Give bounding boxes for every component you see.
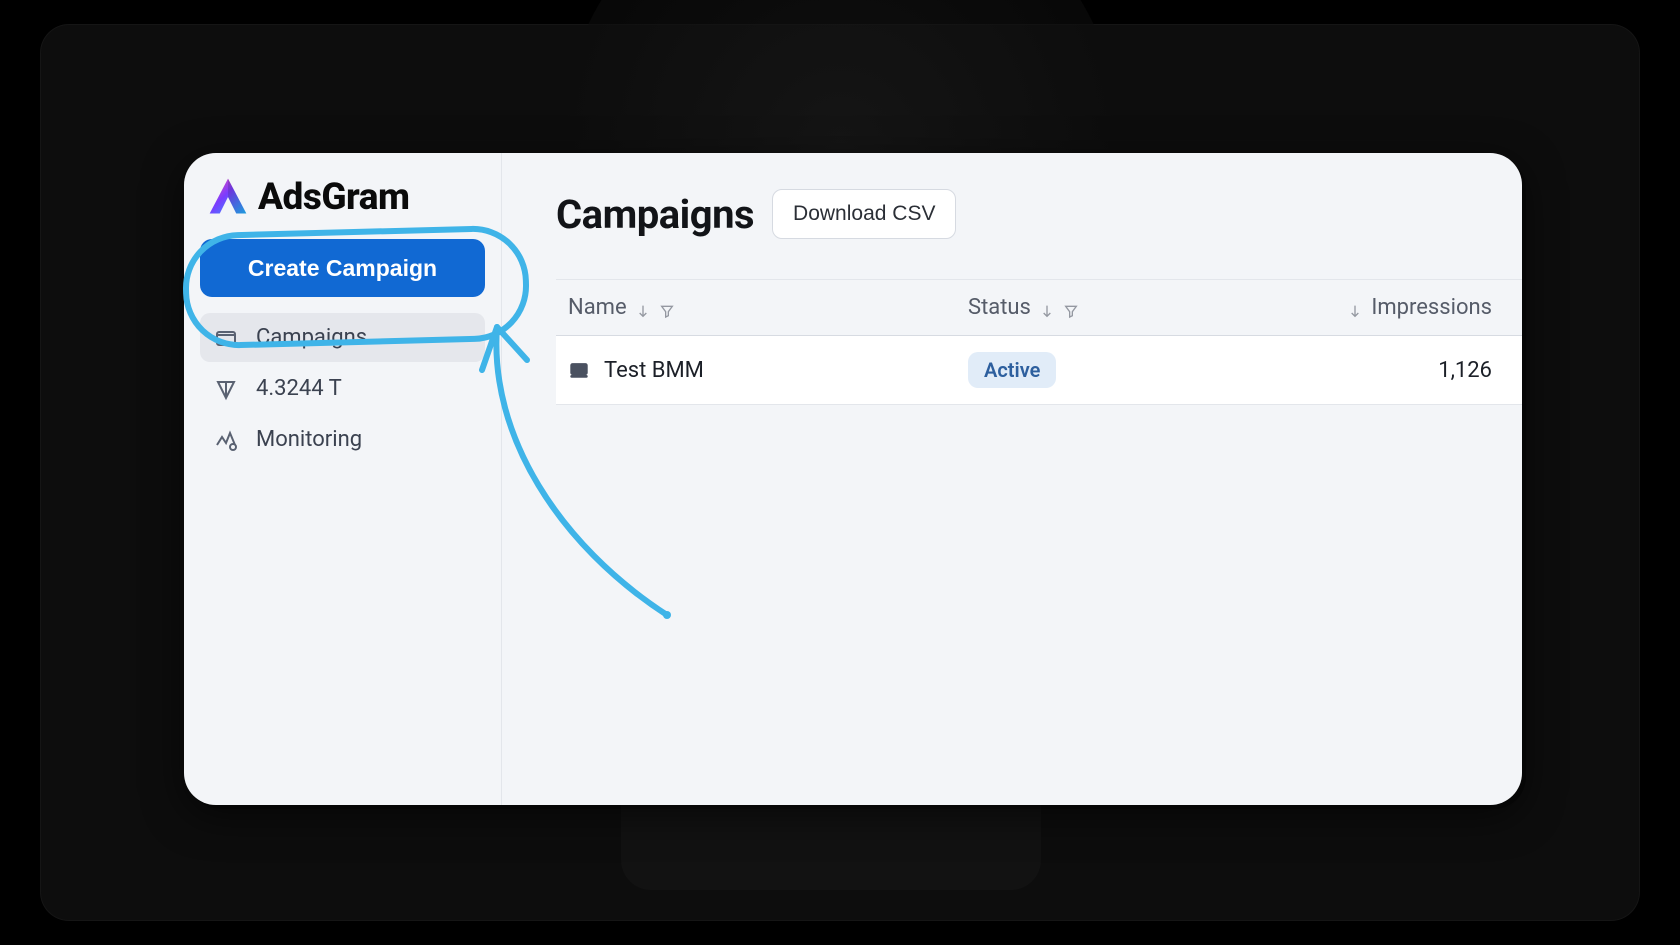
campaigns-table: Name Status — [556, 279, 1522, 405]
column-label: Impressions — [1371, 295, 1492, 320]
brand-logo[interactable]: AdsGram — [200, 171, 485, 239]
filter-icon — [1063, 300, 1079, 316]
cell-impressions: 1,126 — [1328, 358, 1492, 383]
create-campaign-button[interactable]: Create Campaign — [200, 239, 485, 297]
column-header-name[interactable]: Name — [568, 295, 968, 320]
app-window: AdsGram Create Campaign Campaigns 4.3244… — [184, 153, 1522, 805]
sidebar-nav: Campaigns 4.3244 T Monitoring — [200, 313, 485, 464]
campaign-name: Test BMM — [604, 358, 704, 383]
sort-icon — [635, 300, 651, 316]
sidebar: AdsGram Create Campaign Campaigns 4.3244… — [184, 153, 502, 805]
sort-icon — [1039, 300, 1055, 316]
brand-logo-icon — [206, 175, 250, 219]
table-row[interactable]: Test BMM Active 1,126 — [556, 336, 1522, 404]
outer-stage: AdsGram Create Campaign Campaigns 4.3244… — [41, 25, 1639, 920]
status-badge: Active — [968, 352, 1056, 388]
folder-icon — [214, 326, 238, 350]
table-header-row: Name Status — [556, 280, 1522, 336]
sort-icon — [1347, 300, 1363, 316]
sidebar-item-label: Campaigns — [256, 325, 367, 350]
sidebar-item-campaigns[interactable]: Campaigns — [200, 313, 485, 362]
sidebar-item-balance[interactable]: 4.3244 T — [200, 364, 485, 413]
cell-status: Active — [968, 352, 1328, 388]
main-content: Campaigns Download CSV Name S — [502, 153, 1522, 805]
page-header: Campaigns Download CSV — [556, 189, 1522, 239]
page-title: Campaigns — [556, 191, 754, 238]
sidebar-item-label: 4.3244 T — [256, 376, 342, 401]
column-label: Name — [568, 295, 627, 320]
column-header-status[interactable]: Status — [968, 295, 1328, 320]
monitoring-icon — [214, 428, 238, 452]
sidebar-item-label: Monitoring — [256, 427, 362, 452]
brand-name: AdsGram — [258, 176, 409, 219]
campaign-icon — [568, 359, 590, 381]
sidebar-item-monitoring[interactable]: Monitoring — [200, 415, 485, 464]
column-label: Status — [968, 295, 1031, 320]
column-header-impressions[interactable]: Impressions — [1328, 295, 1492, 320]
ton-icon — [214, 377, 238, 401]
download-csv-button[interactable]: Download CSV — [772, 189, 956, 239]
filter-icon — [659, 300, 675, 316]
cell-name: Test BMM — [568, 358, 968, 383]
